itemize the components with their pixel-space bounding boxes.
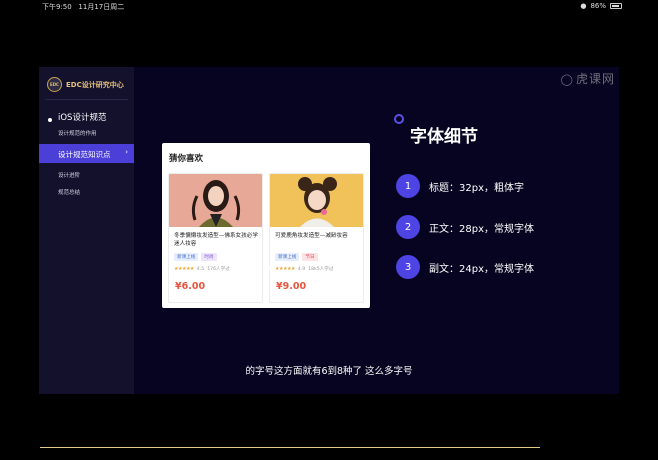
recommend-card: 猜你喜欢 冬季慵懒妆发造型—佛系女孩必学迷人妆容 新课上线 时尚 ★★★★★ 4…: [162, 143, 370, 308]
nav-active-item: 设计规范知识点 ›: [39, 144, 134, 163]
card-title: 猜你喜欢: [169, 154, 204, 164]
video-progress-bar[interactable]: [40, 447, 540, 448]
video-frame[interactable]: EDC EDC设计研究中心 iOS设计规范 设计规范的作用 设计规范知识点 › …: [39, 67, 619, 394]
spec-item: 2 正文：28px，常规字体: [396, 215, 534, 239]
tag: 时尚: [201, 253, 217, 261]
tag: 新课上线: [174, 253, 199, 261]
product-price: ¥6.00: [175, 281, 206, 292]
spec-number-badge: 2: [396, 215, 420, 239]
tag: 节日: [302, 253, 318, 261]
battery-icon: [610, 3, 622, 9]
watermark-text: 虎课网: [575, 72, 615, 86]
brand-divider: [45, 99, 128, 100]
battery-percent: 86%: [590, 2, 606, 10]
wifi-icon: ●: [580, 2, 587, 10]
brand-name: EDC设计研究中心: [66, 80, 124, 89]
video-subtitle: 的字号这方面就有6到8种了 这么多字号: [245, 366, 413, 377]
star-rating-icon: ★★★★★: [174, 266, 194, 272]
product-price: ¥9.00: [276, 281, 307, 292]
learners-count: 18k5人学过: [308, 267, 334, 272]
bullet-dot-icon: [48, 118, 52, 122]
rating-value: 4.9: [297, 266, 306, 272]
status-bar: 下午9:50 11月17日周二 ● 86%: [0, 0, 658, 12]
ring-decoration-icon: [394, 114, 404, 124]
product-tags: 新课上线 时尚: [174, 253, 217, 261]
slide-sidebar: EDC EDC设计研究中心 iOS设计规范 设计规范的作用 设计规范知识点 › …: [39, 67, 134, 394]
watermark: ◯ 虎课网: [561, 70, 615, 87]
product-name: 冬季慵懒妆发造型—佛系女孩必学迷人妆容: [174, 233, 258, 247]
spec-item: 3 副文：24px，常规字体: [396, 255, 534, 279]
product-tags: 新课上线 节日: [275, 253, 318, 261]
product-rating: ★★★★★ 4.5 176人学过: [174, 266, 230, 272]
status-date-text: 11月17日周二: [78, 3, 125, 11]
hukewang-logo-icon: ◯: [560, 73, 574, 86]
spec-text: 标题：32px，粗体字: [429, 182, 524, 194]
status-time: 下午9:50 11月17日周二: [42, 2, 124, 12]
brand: EDC EDC设计研究中心: [47, 77, 124, 92]
learners-count: 176人学过: [207, 267, 230, 272]
nav-active-label: 设计规范知识点: [58, 150, 111, 159]
nav-sub-item: 设计进阶: [58, 173, 81, 179]
spec-number-badge: 1: [396, 174, 420, 198]
product-photo-girl-icon: [169, 174, 262, 227]
edc-logo-icon: EDC: [47, 77, 62, 92]
mouse-cursor-icon: ▲: [266, 263, 272, 271]
status-time-text: 下午9:50: [42, 3, 72, 11]
nav-group-title: iOS设计规范: [58, 113, 107, 123]
product-card: 冬季慵懒妆发造型—佛系女孩必学迷人妆容 新课上线 时尚 ★★★★★ 4.5 17…: [168, 173, 263, 303]
spec-item: 1 标题：32px，粗体字: [396, 174, 524, 198]
spec-text: 正文：28px，常规字体: [429, 223, 534, 235]
chevron-right-icon: ›: [125, 148, 128, 156]
nav-sub-item: 规范总结: [58, 190, 81, 196]
nav-sub-item: 设计规范的作用: [58, 131, 97, 137]
product-card: 可爱鹿角妆发造型—减龄妆容 新课上线 节日 ★★★★★ 4.9 18k5人学过 …: [269, 173, 364, 303]
slide-heading: 字体细节: [410, 127, 478, 147]
rating-value: 4.5: [196, 266, 205, 272]
spec-number-badge: 3: [396, 255, 420, 279]
product-photo-girl-icon: [270, 174, 363, 227]
tag: 新课上线: [275, 253, 300, 261]
product-name: 可爱鹿角妆发造型—减龄妆容: [275, 233, 348, 239]
status-right: ● 86%: [580, 2, 622, 10]
star-rating-icon: ★★★★★: [275, 266, 295, 272]
spec-text: 副文：24px，常规字体: [429, 263, 534, 275]
product-rating: ★★★★★ 4.9 18k5人学过: [275, 266, 333, 272]
